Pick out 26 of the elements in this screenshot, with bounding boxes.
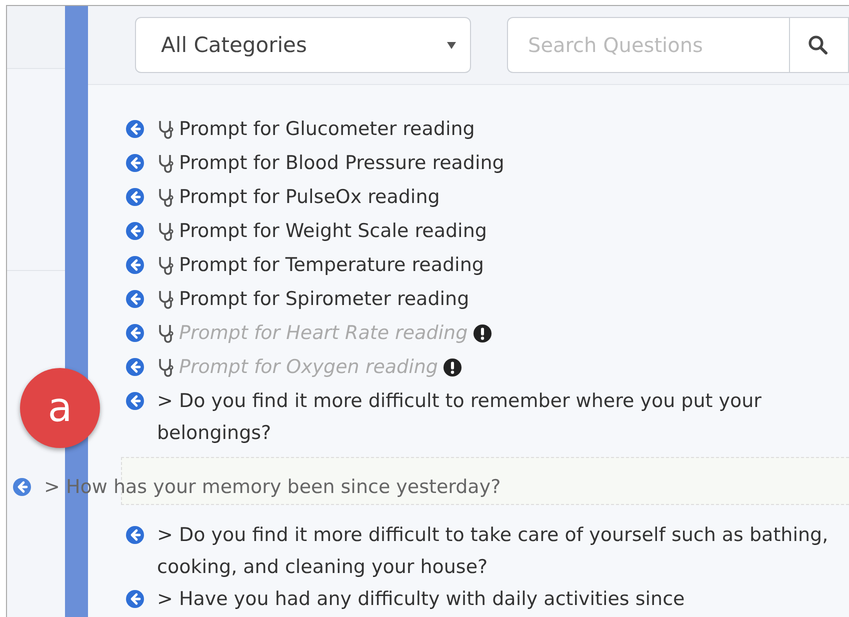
question-text: > Do you find it more difficult to remember where you put your belongings? xyxy=(157,389,762,446)
prompt-label: Prompt for Spirometer reading xyxy=(179,287,470,312)
search-icon xyxy=(808,35,828,55)
search-button[interactable] xyxy=(789,17,849,73)
exclamation-icon xyxy=(442,358,462,377)
stethoscope-icon xyxy=(157,255,175,275)
question-text: > Have you had any difficulty with daily activities since xyxy=(157,587,685,612)
prompt-label: Prompt for Oxygen reading xyxy=(179,355,438,380)
exclamation-icon xyxy=(472,324,492,343)
prompt-label: Prompt for Temperature reading xyxy=(179,253,484,278)
stethoscope-icon xyxy=(157,119,175,139)
stethoscope-icon xyxy=(157,289,175,309)
search-field[interactable]: Search Questions xyxy=(507,17,789,73)
question-text: > Do you find it more difficult to take care of yourself such as bathing, cooking, and cleaning your house? xyxy=(157,523,830,580)
stethoscope-icon xyxy=(157,357,175,377)
category-select[interactable]: All Categories xyxy=(135,17,471,73)
stethoscope-icon xyxy=(157,187,175,207)
stethoscope-icon xyxy=(157,221,175,241)
prompt-label: Prompt for Heart Rate reading xyxy=(179,321,468,346)
prompt-label: Prompt for PulseOx reading xyxy=(179,185,440,210)
prompt-label: Prompt for Blood Pressure reading xyxy=(179,151,504,176)
caret-icon xyxy=(447,42,456,48)
stethoscope-icon xyxy=(157,153,175,173)
stethoscope-icon xyxy=(157,323,175,343)
prompt-label: Prompt for Glucometer reading xyxy=(179,117,475,142)
prompt-label: Prompt for Weight Scale reading xyxy=(179,219,487,244)
